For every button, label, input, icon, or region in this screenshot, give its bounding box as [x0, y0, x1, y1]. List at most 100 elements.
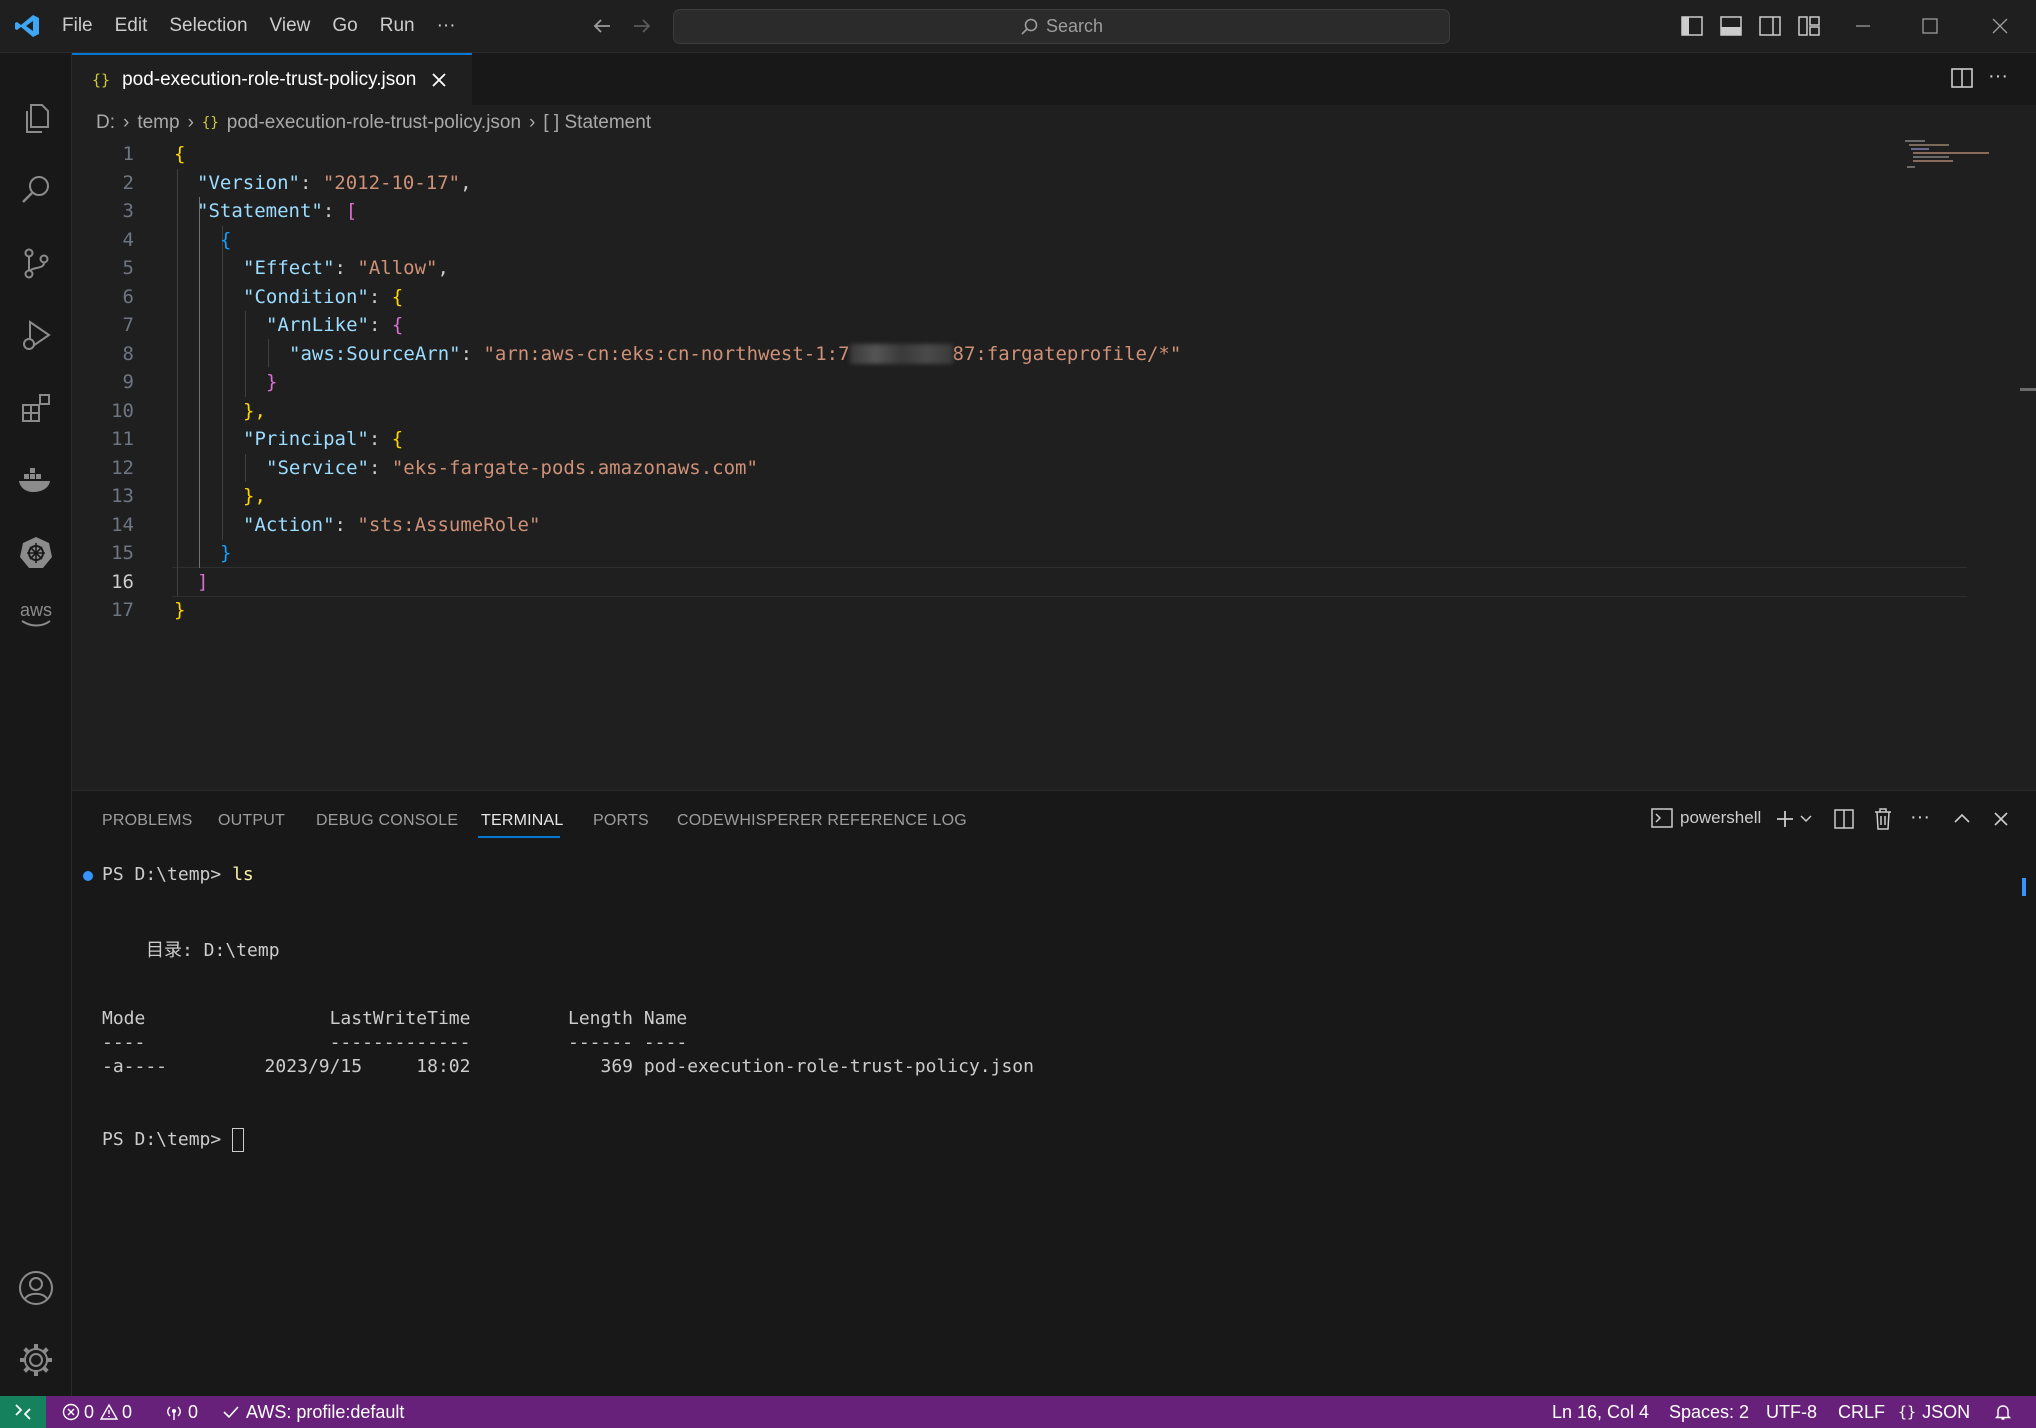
- command-decoration-dot: [83, 871, 93, 881]
- broadcast-icon: [164, 1403, 184, 1421]
- aws-profile-indicator[interactable]: AWS: profile:default: [222, 1396, 404, 1428]
- code-editor[interactable]: 1{ 2 "Version": "2012-10-17", 3 "Statement…: [72, 140, 2022, 790]
- cursor-position[interactable]: Ln 16, Col 4: [1552, 1396, 1649, 1428]
- chevron-right-icon: ›: [529, 112, 536, 133]
- terminal-scroll-marker: [2022, 878, 2026, 896]
- search-label: Search: [1045, 16, 1104, 36]
- check-icon: [222, 1403, 240, 1421]
- code-line: 3 "Statement": [: [122, 200, 358, 222]
- terminal-cursor: [232, 1128, 245, 1152]
- panel-more-actions-icon[interactable]: ···: [1910, 806, 1930, 829]
- terminal-column-rule: ---- ------------- ------ ----: [102, 1032, 688, 1053]
- minimap[interactable]: [1903, 138, 1993, 172]
- code-line: 9}: [122, 371, 278, 393]
- back-arrow-icon[interactable]: [590, 14, 614, 38]
- bottom-panel: [72, 790, 2036, 1397]
- encoding-setting[interactable]: UTF-8: [1766, 1396, 1817, 1428]
- search-box[interactable]: Search: [673, 9, 1450, 44]
- notifications-bell-icon[interactable]: [1993, 1396, 2013, 1428]
- menu-go[interactable]: Go: [332, 15, 357, 37]
- code-line: 14 "Action": "sts:AssumeRole": [111, 513, 541, 536]
- forward-arrow-icon[interactable]: [630, 14, 654, 38]
- source-control-icon[interactable]: [0, 233, 71, 293]
- breadcrumb-folder[interactable]: temp: [137, 112, 179, 134]
- customize-layout-icon[interactable]: [1797, 15, 1821, 37]
- chevron-down-icon[interactable]: [1798, 810, 1814, 826]
- split-terminal-icon[interactable]: [1833, 808, 1855, 830]
- breadcrumb: D: › temp › {} pod-execution-role-trust-…: [96, 108, 659, 138]
- toggle-secondary-sidebar-icon[interactable]: [1758, 15, 1782, 37]
- language-label: JSON: [1922, 1402, 1971, 1422]
- maximize-panel-chevron-up-icon[interactable]: [1951, 808, 1973, 830]
- panel-tab-problems[interactable]: PROBLEMS: [102, 812, 193, 830]
- close-panel-icon[interactable]: [1990, 808, 2012, 830]
- problems-indicator[interactable]: 0 0: [62, 1396, 132, 1428]
- menu-view[interactable]: View: [270, 15, 311, 37]
- kubernetes-icon[interactable]: [0, 522, 71, 582]
- terminal-line-command: PS D:\temp> ls: [102, 864, 254, 885]
- terminal-column-header: Mode LastWriteTime Length Name: [102, 1008, 688, 1029]
- extensions-icon[interactable]: [0, 378, 71, 438]
- accounts-icon[interactable]: [0, 1258, 71, 1318]
- kill-terminal-trash-icon[interactable]: [1872, 807, 1894, 831]
- toggle-panel-icon[interactable]: [1719, 15, 1743, 37]
- menu-more[interactable]: ···: [437, 15, 456, 37]
- aws-toolkit-icon[interactable]: aws: [0, 584, 71, 644]
- terminal-prompt: PS D:\temp>: [102, 1128, 245, 1152]
- close-tab-icon[interactable]: [430, 71, 448, 89]
- breadcrumb-file[interactable]: pod-execution-role-trust-policy.json: [227, 112, 521, 134]
- remote-indicator-icon[interactable]: [0, 1396, 46, 1428]
- search-view-icon[interactable]: [0, 160, 71, 220]
- code-line: 7 "ArnLike": {: [122, 314, 404, 336]
- maximize-window-icon[interactable]: [1919, 15, 1941, 37]
- panel-tab-ports[interactable]: PORTS: [593, 812, 649, 830]
- split-editor-icon[interactable]: [1950, 67, 1974, 89]
- code-line: 4{: [122, 228, 232, 251]
- code-line: 15}: [111, 542, 232, 564]
- editor-scrollbar[interactable]: [2020, 138, 2036, 788]
- editor-tab[interactable]: {} pod-execution-role-trust-policy.json: [72, 53, 472, 105]
- status-bar: 0 0 0 AWS: profile:default Ln 16, Col 4 …: [0, 1396, 2036, 1428]
- code-line: 12 "Service": "eks-fargate-pods.amazonaws…: [111, 456, 758, 479]
- indentation-setting[interactable]: Spaces: 2: [1669, 1396, 1749, 1428]
- explorer-icon[interactable]: [0, 88, 71, 148]
- shell-name: powershell: [1680, 808, 1762, 827]
- panel-tab-debug-console[interactable]: DEBUG CONSOLE: [316, 812, 458, 830]
- minimize-window-icon[interactable]: [1852, 15, 1874, 37]
- panel-tab-terminal[interactable]: TERMINAL: [481, 812, 564, 830]
- manage-gear-icon[interactable]: [0, 1330, 71, 1390]
- warning-icon: [100, 1403, 119, 1421]
- toggle-primary-sidebar-icon[interactable]: [1680, 15, 1704, 37]
- code-line: 2 "Version": "2012-10-17",: [122, 171, 472, 194]
- json-file-icon: {}: [201, 115, 219, 131]
- breadcrumb-symbol[interactable]: [ ] Statement: [543, 112, 651, 134]
- error-count: 0: [84, 1402, 95, 1422]
- terminal-file-row: -a---- 2023/9/15 18:02 369 pod-execution…: [102, 1056, 1034, 1077]
- menu-edit[interactable]: Edit: [115, 15, 148, 37]
- vscode-logo-icon: [14, 13, 40, 39]
- editor-more-actions-icon[interactable]: ···: [1988, 65, 2008, 88]
- terminal-icon: [1650, 807, 1674, 829]
- panel-tab-output[interactable]: OUTPUT: [218, 812, 285, 830]
- aws-profile-label: AWS: profile:default: [246, 1402, 405, 1422]
- ports-indicator[interactable]: 0: [164, 1396, 198, 1428]
- menu-run[interactable]: Run: [380, 15, 415, 37]
- redacted-blur: [849, 344, 953, 364]
- language-mode[interactable]: {} JSON: [1898, 1396, 1970, 1428]
- menu-file[interactable]: File: [62, 15, 93, 37]
- new-terminal-icon[interactable]: [1774, 808, 1796, 830]
- close-window-icon[interactable]: [1989, 15, 2011, 37]
- chevron-right-icon: ›: [123, 112, 130, 133]
- run-debug-icon[interactable]: [0, 305, 71, 365]
- code-line: 1{: [122, 143, 186, 165]
- eol-setting[interactable]: CRLF: [1838, 1396, 1885, 1428]
- code-line: 13},: [111, 485, 266, 507]
- title-bar: File Edit Selection View Go Run ··· Sear…: [0, 0, 2036, 53]
- breadcrumb-drive[interactable]: D:: [96, 112, 115, 134]
- docker-icon[interactable]: [0, 450, 71, 510]
- terminal-shell-selector[interactable]: powershell: [1650, 807, 1761, 829]
- terminal-dir-header: 目录: D:\temp: [146, 940, 280, 961]
- panel-tab-codewhisperer-log[interactable]: CODEWHISPERER REFERENCE LOG: [677, 812, 967, 830]
- menu-selection[interactable]: Selection: [169, 15, 247, 37]
- code-line: 11 "Principal": {: [111, 428, 404, 450]
